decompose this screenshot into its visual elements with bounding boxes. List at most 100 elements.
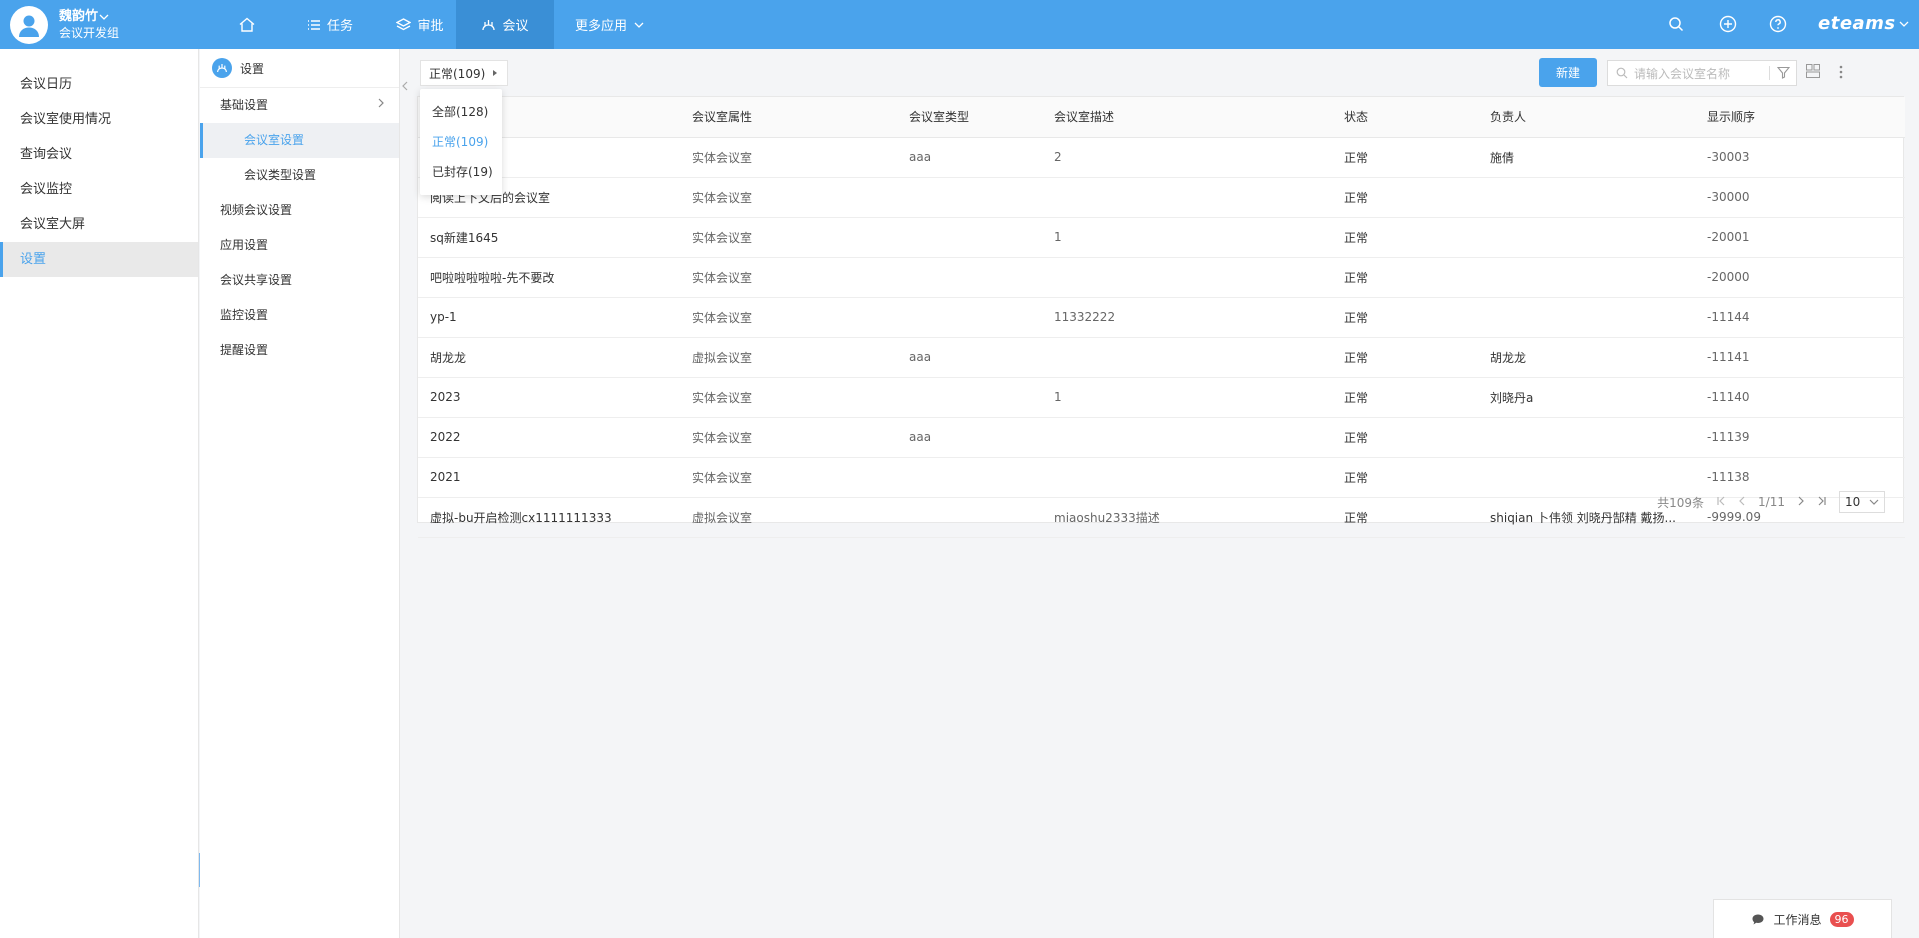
table-row[interactable]: sq新建1645 实体会议室 1 正常 -20001 [418,217,1905,258]
new-button[interactable]: 新建 [1539,58,1597,87]
sub-nav-room-settings[interactable]: 会议室设置 [200,123,399,158]
cell-room-type: aaa [897,417,1042,458]
nav-home[interactable] [220,0,280,49]
sub-nav-basic-settings[interactable]: 基础设置 [200,88,399,123]
user-name: 魏韵竹 [59,9,99,24]
home-icon [239,17,255,32]
cell-room-attr: 实体会议室 [680,377,897,418]
user-department: 会议开发组 [59,26,120,40]
help-icon[interactable] [1768,14,1788,34]
user-menu[interactable]: 魏韵竹 会议开发组 [10,5,119,45]
sub-nav-video-settings[interactable]: 视频会议设置 [200,193,399,228]
sub-nav-monitor-settings[interactable]: 监控设置 [200,298,399,333]
work-messages-button[interactable]: 工作消息 96 [1713,899,1892,938]
pager-current: 1/11 [1758,495,1785,509]
left-nav-query[interactable]: 查询会议 [0,137,198,172]
cell-room-desc [1042,177,1332,218]
cell-room-order: -11144 [1695,297,1905,338]
table-row[interactable]: 2022 实体会议室 aaa 正常 -11139 [418,417,1905,458]
nav-approval[interactable]: 审批 [370,0,470,49]
brand-menu[interactable]: eteams [1818,13,1910,34]
cell-room-attr: 虚拟会议室 [680,497,897,538]
cell-room-name: 胡龙龙 [418,337,680,378]
sub-nav-reminder-settings[interactable]: 提醒设置 [200,333,399,368]
search-icon[interactable] [1666,14,1686,34]
cell-room-attr: 实体会议室 [680,137,897,178]
left-nav-calendar[interactable]: 会议日历 [0,67,198,102]
cell-room-status: 正常 [1332,137,1478,178]
meeting-icon [482,19,496,30]
status-option-archived[interactable]: 已封存(19) [420,157,502,187]
table-row[interactable]: 2023 实体会议室 1 正常 刘晓丹a -11140 [418,377,1905,418]
room-search-input[interactable]: 请输入会议室名称 [1607,60,1797,86]
chat-bubble-icon [1752,914,1764,924]
add-circle-icon[interactable] [1718,14,1738,34]
cell-room-type [897,297,1042,338]
search-icon [1616,67,1628,79]
left-nav-monitor[interactable]: 会议监控 [0,172,198,207]
table-row[interactable]: yp-1 实体会议室 11332222 正常 -11144 [418,297,1905,338]
nav-more-apps[interactable]: 更多应用 [555,0,665,49]
cell-room-desc [1042,337,1332,378]
col-header-status[interactable]: 状态 [1332,97,1478,138]
cell-room-type [897,177,1042,218]
nav-approval-label: 审批 [417,19,444,34]
caret-right-icon [493,70,498,76]
status-filter-dropdown[interactable]: 正常(109) [420,60,509,86]
left-nav-settings[interactable]: 设置 [0,242,198,277]
table-row[interactable]: 胡龙龙 虚拟会议室 aaa 正常 胡龙龙 -11141 [418,337,1905,378]
status-option-all[interactable]: 全部(128) [420,97,502,127]
table-header-row: 会议室属性 会议室类型 会议室描述 状态 负责人 显示顺序 [418,97,1905,138]
nav-meeting[interactable]: 会议 [456,0,554,49]
cell-room-desc: 2 [1042,137,1332,178]
pagination: 共109条 1/11 10 [1657,490,1885,514]
nav-task[interactable]: 任务 [280,0,380,49]
status-option-normal[interactable]: 正常(109) [420,127,502,157]
brand-logo: eteams [1818,13,1896,34]
cell-room-status: 正常 [1332,497,1478,538]
nav-meeting-label: 会议 [502,19,529,34]
message-count-badge: 96 [1829,911,1854,927]
left-nav-big-screen[interactable]: 会议室大屏 [0,207,198,242]
filter-icon[interactable] [1776,66,1791,82]
cell-room-order: -20000 [1695,257,1905,298]
col-header-attr[interactable]: 会议室属性 [680,97,897,138]
main-content: 会议室属性 会议室类型 会议室描述 状态 负责人 显示顺序 实体会议室 aaa 2 正… [412,49,1919,938]
sub-nav-header: 设置 [200,49,399,88]
chevron-down-icon [99,14,109,20]
table-row[interactable]: 实体会议室 aaa 2 正常 施倩 -30003 [418,137,1905,178]
cell-room-status: 正常 [1332,337,1478,378]
sub-nav-app-settings[interactable]: 应用设置 [200,228,399,263]
more-options-icon[interactable] [1834,63,1848,81]
cell-room-order: -11139 [1695,417,1905,458]
cell-room-name: yp-1 [418,297,680,338]
next-page-icon[interactable] [1797,495,1805,509]
page-size-value: 10 [1845,495,1861,509]
pager-total: 共109条 [1657,495,1705,510]
cell-room-owner: 胡龙龙 [1478,337,1695,378]
col-header-type[interactable]: 会议室类型 [897,97,1042,138]
prev-page-icon[interactable] [1738,495,1746,509]
table-row[interactable]: 吧啦啦啦啦啦-先不要改 实体会议室 正常 -20000 [418,257,1905,298]
col-header-order[interactable]: 显示顺序 [1695,97,1905,138]
view-toggle-icon[interactable] [1805,63,1821,82]
sub-nav-share-settings[interactable]: 会议共享设置 [200,263,399,298]
left-nav-room-usage[interactable]: 会议室使用情况 [0,102,198,137]
cell-room-owner [1478,297,1695,338]
cell-room-order: -11141 [1695,337,1905,378]
first-page-icon[interactable] [1716,495,1726,509]
col-header-owner[interactable]: 负责人 [1478,97,1695,138]
work-messages-label: 工作消息 [1773,912,1822,927]
sub-nav-collapse-handle[interactable] [400,64,410,108]
cell-room-desc: miaoshu2333描述 [1042,497,1332,538]
cell-room-name: 虚拟-bu开启检测cx1111111333 [418,497,680,538]
sub-nav-type-settings[interactable]: 会议类型设置 [200,158,399,193]
chevron-down-icon [634,22,644,28]
last-page-icon[interactable] [1817,495,1827,509]
room-table: 会议室属性 会议室类型 会议室描述 状态 负责人 显示顺序 实体会议室 aaa 2 正… [418,97,1905,538]
page-size-select[interactable]: 10 [1839,491,1885,513]
table-row[interactable]: 阅读上下文后的会议室 实体会议室 正常 -30000 [418,177,1905,218]
cell-room-type [897,257,1042,298]
cell-room-desc [1042,457,1332,498]
col-header-desc[interactable]: 会议室描述 [1042,97,1332,138]
